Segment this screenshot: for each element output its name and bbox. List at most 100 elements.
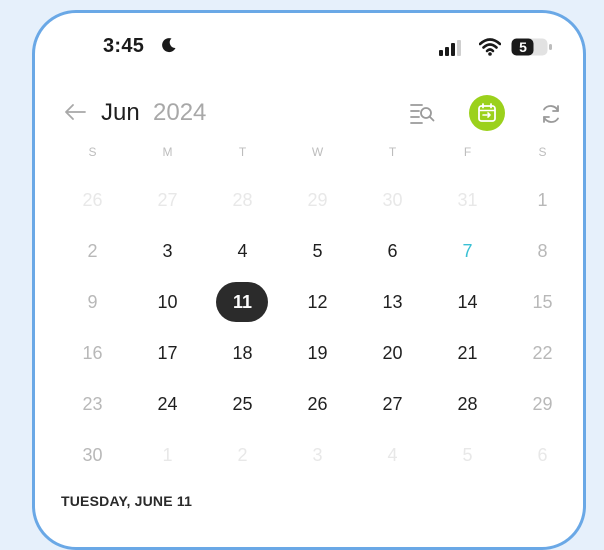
calendar-week-row: 9 10 11 12 13 14 15 xyxy=(55,277,580,328)
day-number: 6 xyxy=(387,241,398,261)
calendar-day-cell[interactable]: 18 xyxy=(205,328,280,379)
cellular-signal-icon xyxy=(439,40,461,56)
calendar-week-row: 26 27 28 29 30 31 1 xyxy=(55,175,580,226)
calendar-day-cell[interactable]: 28 xyxy=(430,379,505,430)
weekday-label: M xyxy=(162,145,173,159)
day-number: 27 xyxy=(157,190,178,210)
month-label[interactable]: Jun xyxy=(101,99,140,127)
calendar-day-cell[interactable]: 15 xyxy=(505,277,580,328)
calendar-day-cell[interactable]: 5 xyxy=(430,430,505,481)
day-number: 30 xyxy=(382,190,403,210)
calendar-day-cell[interactable]: 22 xyxy=(505,328,580,379)
day-number: 1 xyxy=(162,445,173,465)
calendar-day-cell[interactable]: 26 xyxy=(280,379,355,430)
calendar-day-cell[interactable]: 10 xyxy=(130,277,205,328)
calendar-day-cell[interactable]: 3 xyxy=(280,430,355,481)
calendar-day-cell[interactable]: 1 xyxy=(130,430,205,481)
calendar-week-row: 2 3 4 5 6 7 8 xyxy=(55,226,580,277)
weekday-label: S xyxy=(88,145,97,159)
calendar-day-cell[interactable]: 4 xyxy=(205,226,280,277)
selected-day-cell[interactable]: 11 xyxy=(205,277,280,328)
weekday-label: F xyxy=(463,145,472,159)
calendar-week-row: 23 24 25 26 27 28 29 xyxy=(55,379,580,430)
battery-icon: 5 xyxy=(511,37,553,57)
day-number: 2 xyxy=(87,241,98,261)
calendar-day-cell[interactable]: 27 xyxy=(355,379,430,430)
day-number: 31 xyxy=(457,190,478,210)
year-label[interactable]: 2024 xyxy=(153,99,206,127)
day-number: 27 xyxy=(382,394,403,414)
arrow-left-icon[interactable] xyxy=(63,102,87,122)
calendar-day-cell[interactable]: 9 xyxy=(55,277,130,328)
day-number: 7 xyxy=(462,241,473,261)
day-number: 2 xyxy=(237,445,248,465)
calendar-grid: 26 27 28 29 30 31 1 2 3 4 5 6 7 8 9 10 11 12 13 14 15 16 17 18 1… xyxy=(55,175,580,481)
refresh-icon[interactable] xyxy=(539,102,563,126)
calendar-day-cell[interactable]: 3 xyxy=(130,226,205,277)
calendar-sync-icon xyxy=(478,103,496,122)
day-number: 26 xyxy=(82,190,103,210)
calendar-day-cell[interactable]: 30 xyxy=(355,175,430,226)
calendar-day-cell[interactable]: 1 xyxy=(505,175,580,226)
calendar-day-cell[interactable]: 5 xyxy=(280,226,355,277)
calendar-day-cell[interactable]: 26 xyxy=(55,175,130,226)
day-number: 4 xyxy=(387,445,398,465)
calendar-day-cell[interactable]: 12 xyxy=(280,277,355,328)
calendar-day-cell[interactable]: 30 xyxy=(55,430,130,481)
calendar-day-cell[interactable]: 2 xyxy=(55,226,130,277)
day-number: 25 xyxy=(232,394,253,414)
calendar-day-cell[interactable]: 31 xyxy=(430,175,505,226)
day-number: 29 xyxy=(532,394,553,414)
search-filter-icon[interactable] xyxy=(409,101,435,127)
day-number: 12 xyxy=(307,292,328,312)
calendar-sync-button[interactable] xyxy=(469,95,505,131)
day-number: 29 xyxy=(307,190,328,210)
calendar-day-cell[interactable]: 24 xyxy=(130,379,205,430)
calendar-day-cell[interactable]: 29 xyxy=(505,379,580,430)
day-number: 5 xyxy=(312,241,323,261)
calendar-day-cell[interactable]: 7 xyxy=(430,226,505,277)
weekday-label: T xyxy=(388,145,397,159)
phone-frame: 3:45 5 Jun 2024 S M T W T F S 26 27 28 2… xyxy=(32,10,586,550)
weekday-label: S xyxy=(538,145,547,159)
day-number: 22 xyxy=(532,343,553,363)
day-number: 16 xyxy=(82,343,103,363)
moon-icon xyxy=(162,38,176,53)
day-number: 19 xyxy=(307,343,328,363)
calendar-day-cell[interactable]: 19 xyxy=(280,328,355,379)
calendar-day-cell[interactable]: 8 xyxy=(505,226,580,277)
calendar-day-cell[interactable]: 2 xyxy=(205,430,280,481)
day-number: 6 xyxy=(537,445,548,465)
calendar-week-row: 16 17 18 19 20 21 22 xyxy=(55,328,580,379)
weekday-label: T xyxy=(238,145,247,159)
day-number: 24 xyxy=(157,394,178,414)
day-number: 21 xyxy=(457,343,478,363)
day-number: 28 xyxy=(457,394,478,414)
day-number: 10 xyxy=(157,292,178,312)
day-number: 17 xyxy=(157,343,178,363)
selected-day-heading: TUESDAY, JUNE 11 xyxy=(61,493,193,509)
calendar-day-cell[interactable]: 20 xyxy=(355,328,430,379)
calendar-day-cell[interactable]: 28 xyxy=(205,175,280,226)
calendar-day-cell[interactable]: 21 xyxy=(430,328,505,379)
calendar-day-cell[interactable]: 16 xyxy=(55,328,130,379)
calendar-day-cell[interactable]: 6 xyxy=(505,430,580,481)
calendar-day-cell[interactable]: 17 xyxy=(130,328,205,379)
calendar-day-cell[interactable]: 4 xyxy=(355,430,430,481)
day-number: 28 xyxy=(232,190,253,210)
calendar-day-cell[interactable]: 14 xyxy=(430,277,505,328)
calendar-day-cell[interactable]: 23 xyxy=(55,379,130,430)
wifi-icon xyxy=(479,38,501,56)
status-time: 3:45 xyxy=(103,35,145,57)
day-number: 8 xyxy=(537,241,548,261)
calendar-day-cell[interactable]: 6 xyxy=(355,226,430,277)
battery-level: 5 xyxy=(519,39,527,55)
calendar-day-cell[interactable]: 27 xyxy=(130,175,205,226)
calendar-day-cell[interactable]: 25 xyxy=(205,379,280,430)
weekday-label: W xyxy=(311,145,324,159)
day-number: 18 xyxy=(232,343,253,363)
day-number: 11 xyxy=(232,292,253,312)
day-number: 4 xyxy=(237,241,248,261)
calendar-day-cell[interactable]: 13 xyxy=(355,277,430,328)
calendar-day-cell[interactable]: 29 xyxy=(280,175,355,226)
